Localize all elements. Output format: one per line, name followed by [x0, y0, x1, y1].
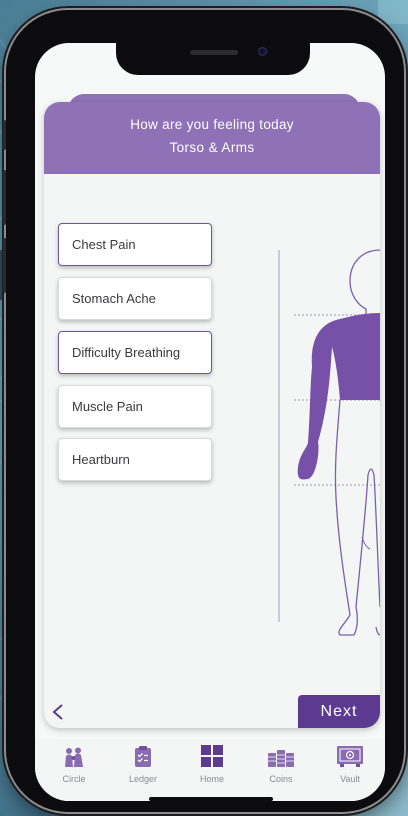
symptom-card: How are you feeling today Torso & Arms C…	[44, 102, 380, 728]
clipboard-checklist-icon	[135, 746, 151, 767]
symptom-option-heartburn[interactable]: Heartburn	[58, 438, 212, 481]
symptom-label: Difficulty Breathing	[72, 345, 181, 360]
next-button[interactable]: Next	[298, 695, 380, 728]
symptom-label: Muscle Pain	[72, 399, 143, 414]
tab-ledger[interactable]: Ledger	[113, 743, 173, 784]
tab-circle[interactable]: Circle	[44, 743, 104, 784]
safe-icon	[337, 746, 363, 767]
tab-label: Circle	[62, 774, 86, 784]
symptom-option-muscle-pain[interactable]: Muscle Pain	[58, 385, 212, 428]
tab-home[interactable]: Home	[182, 743, 242, 784]
tab-coins[interactable]: Coins	[251, 743, 311, 784]
symptom-option-stomach-ache[interactable]: Stomach Ache	[58, 277, 212, 320]
bottom-tab-bar: Circle Ledger Home Coins Vault	[35, 739, 385, 801]
notch	[116, 33, 310, 75]
volume-up-button	[3, 170, 6, 225]
volume-down-button	[3, 238, 6, 293]
speaker-grille	[190, 50, 238, 55]
symptom-option-difficulty-breathing[interactable]: Difficulty Breathing	[58, 331, 212, 374]
tab-label: Coins	[269, 774, 293, 784]
front-camera	[258, 47, 267, 56]
symptom-option-chest-pain[interactable]: Chest Pain	[58, 223, 212, 266]
body-area-title: Torso & Arms	[169, 140, 255, 155]
torso-arms-region[interactable]	[297, 313, 380, 480]
symptom-label: Stomach Ache	[72, 291, 156, 306]
mute-switch	[3, 120, 6, 150]
phone-frame: How are you feeling today Torso & Arms C…	[3, 10, 404, 812]
grid-icon	[201, 745, 223, 767]
family-icon	[65, 747, 83, 767]
next-label: Next	[320, 702, 358, 720]
head-outline	[349, 249, 380, 317]
question-title: How are you feeling today	[130, 117, 294, 132]
body-map-figure[interactable]	[280, 247, 380, 647]
tab-label: Ledger	[128, 774, 158, 784]
tab-label: Home	[199, 774, 224, 784]
chevron-left-icon	[52, 704, 63, 720]
tab-vault[interactable]: Vault	[320, 743, 380, 784]
legs-outline	[334, 399, 380, 636]
tab-label: Vault	[340, 774, 360, 784]
foot-outline	[375, 626, 380, 636]
back-button[interactable]	[44, 696, 298, 728]
coin-stacks-icon	[268, 750, 294, 767]
home-indicator[interactable]	[149, 797, 273, 801]
app-screen: How are you feeling today Torso & Arms C…	[35, 43, 385, 801]
symptom-label: Chest Pain	[72, 237, 136, 252]
symptom-label: Heartburn	[72, 452, 130, 467]
card-header: How are you feeling today Torso & Arms	[44, 102, 380, 174]
